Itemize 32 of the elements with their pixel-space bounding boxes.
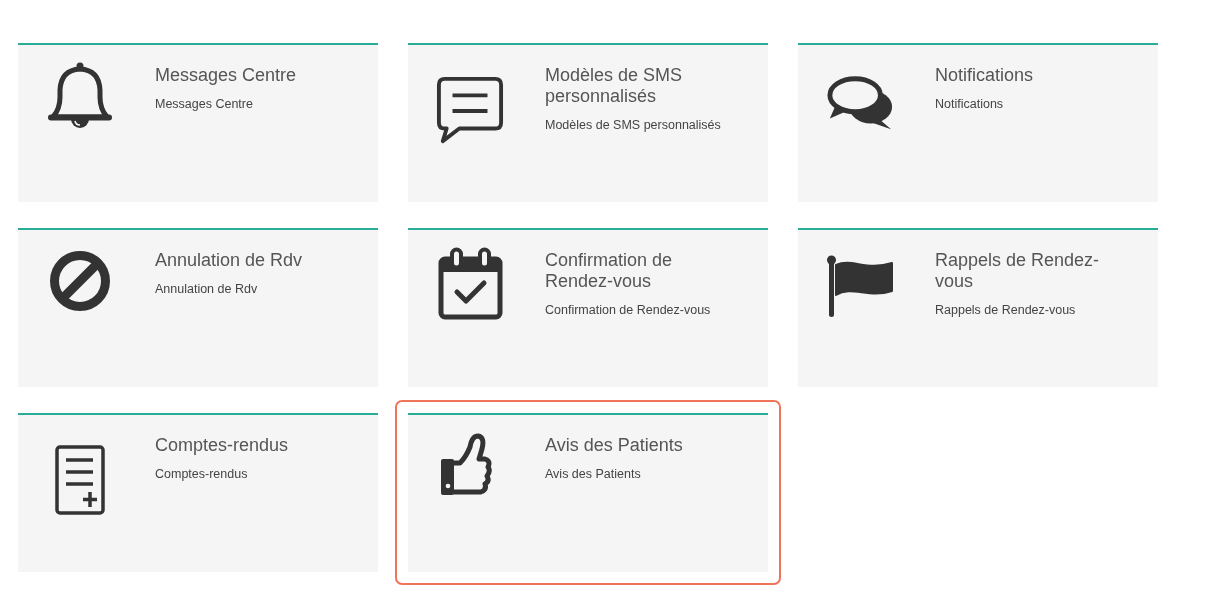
card-title: Notifications	[935, 65, 1035, 86]
menu-card[interactable]: Modèles de SMS personnalisés Modèles de SMS personnalisés	[408, 43, 768, 202]
menu-card[interactable]: Comptes-rendus Comptes-rendus	[18, 413, 378, 572]
thumbs-up-icon	[440, 432, 492, 498]
menu-card[interactable]: Annulation de Rdv Annulation de Rdv	[18, 228, 378, 387]
menu-card[interactable]: Notifications Notifications	[798, 43, 1158, 202]
card-description: Confirmation de Rendez-vous	[545, 302, 712, 318]
card-title: Comptes-rendus	[155, 435, 290, 456]
menu-card[interactable]: Rappels de Rendez-vous Rappels de Rendez-vous	[798, 228, 1158, 387]
calendar-check-icon	[437, 247, 503, 320]
card-title: Avis des Patients	[545, 435, 684, 456]
card-description: Annulation de Rdv	[155, 281, 259, 297]
card-description: Messages Centre	[155, 96, 254, 112]
card-title: Messages Centre	[155, 65, 298, 86]
card-description: Avis des Patients	[545, 466, 642, 482]
bell-icon	[47, 62, 113, 130]
speech-bubble-icon	[436, 75, 504, 145]
card-title: Annulation de Rdv	[155, 250, 304, 271]
menu-card[interactable]: Avis des Patients Avis des Patients	[408, 413, 768, 572]
card-description: Rappels de Rendez-vous	[935, 302, 1077, 318]
card-title: Confirmation de Rendez-vous	[545, 250, 674, 292]
flag-icon	[826, 255, 894, 317]
card-description: Comptes-rendus	[155, 466, 249, 482]
card-description: Modèles de SMS personnalisés	[545, 117, 722, 133]
prohibition-sign-icon	[50, 250, 110, 312]
chat-bubbles-icon	[826, 75, 894, 131]
document-plus-icon	[55, 445, 105, 515]
card-title: Modèles de SMS personnalisés	[545, 65, 684, 107]
menu-card[interactable]: Confirmation de Rendez-vous Confirmation de Rendez-vous	[408, 228, 768, 387]
card-title: Rappels de Rendez-vous	[935, 250, 1101, 292]
menu-card[interactable]: Messages Centre Messages Centre	[18, 43, 378, 202]
card-description: Notifications	[935, 96, 1005, 112]
